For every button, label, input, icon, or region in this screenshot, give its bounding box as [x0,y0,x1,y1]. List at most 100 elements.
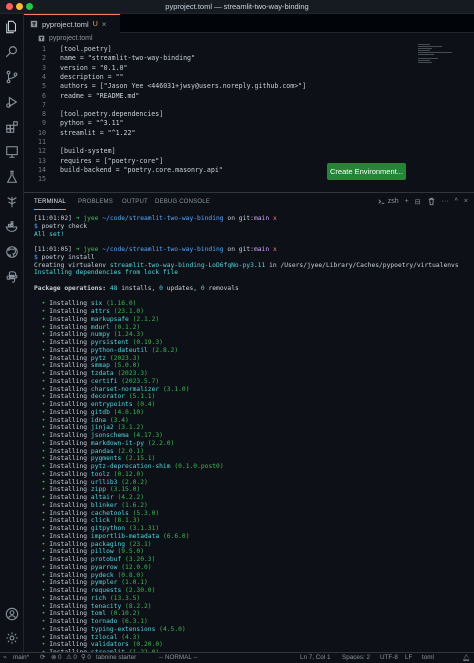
warning-count[interactable]: ⚠ 0 [66,654,77,661]
source-control-icon[interactable] [5,70,19,84]
bullet: • [41,377,46,385]
bullet: • [41,563,46,571]
package-name: rich [90,594,107,602]
package-name: cachetools [90,509,129,517]
extensions-icon[interactable] [5,120,19,134]
prompt-on: on [227,246,235,253]
prompt-arrow: ➜ [75,246,80,253]
package-version: (1.6.2) [121,501,148,509]
tabnine-status[interactable]: tabnine starter [96,654,136,661]
indentation[interactable]: Spaces: 2 [342,654,370,661]
toml-file-icon [38,35,45,42]
venv-path: /Users/jyee/Library/Caches/pypoetry/virt… [280,261,459,269]
explorer-icon[interactable] [5,20,19,34]
bullet: • [41,594,46,602]
cursor-position[interactable]: Ln 7, Col 1 [300,654,330,661]
package-version: (2023.5.7) [121,377,160,385]
installing-label: Installing [49,331,88,339]
sync-icon[interactable]: ⟳ [40,654,45,661]
package-version: (8.1.3) [113,517,141,525]
prompt-git: git: [238,215,254,222]
end-of-line[interactable]: LF [405,654,412,661]
split-terminal-icon[interactable]: ⊟ [415,198,421,206]
installing-label: Installing [49,517,88,525]
error-count[interactable]: ⊗ 0 [51,654,62,661]
minimap[interactable] [418,44,454,66]
prompt-user: jyee [83,246,99,253]
run-debug-icon[interactable] [5,95,19,109]
manage-gear-icon[interactable] [5,631,19,645]
ops-removals: 0 [200,284,205,292]
close-tab-icon[interactable]: × [102,20,107,29]
tab-pyproject-toml[interactable]: pyproject.toml U × [24,14,120,33]
package-name: click [90,517,110,525]
tab-output[interactable]: OUTPUT [122,199,148,205]
testing-icon[interactable] [5,170,19,184]
tree-icon[interactable] [5,195,19,209]
package-name: pygments [90,455,122,463]
installing-label: Installing [49,424,88,432]
package-name: toml [90,610,107,618]
package-name: six [90,300,103,308]
github-icon[interactable] [5,245,19,259]
close-panel-icon[interactable]: × [464,198,468,205]
installing-label: Installing [49,610,88,618]
bullet: • [41,339,46,346]
tab-problems[interactable]: PROBLEMS [78,199,113,205]
installing-label: Installing [49,525,88,532]
ports-count[interactable]: ⚲ 0 [81,654,91,661]
package-version: (3.1.0) [162,385,190,393]
window-title: pyproject.toml — streamlit-two-way-bindi… [165,2,309,11]
create-environment-button[interactable]: Create Environment... [327,163,406,180]
breadcrumb-file[interactable]: pyproject.toml [49,35,93,42]
maximize-panel-icon[interactable]: ^ [455,198,458,205]
kill-terminal-trash-icon[interactable] [427,197,436,206]
notifications-bell-icon[interactable]: 🔔︎ [462,654,470,662]
package-version: (1.0.1) [121,579,148,587]
installing-label: Installing [49,532,88,540]
account-icon[interactable] [5,607,19,621]
more-actions-icon[interactable]: ··· [442,198,449,205]
remote-explorer-icon[interactable] [5,145,19,159]
tab-debug-console[interactable]: DEBUG CONSOLE [155,199,210,205]
package-version: (9.5.0) [117,548,144,556]
package-name: pandas [90,447,114,455]
bullet: • [41,308,46,315]
package-name: attrs [90,308,110,315]
breadcrumb[interactable]: pyproject.toml [24,33,93,44]
terminal-shell-selector[interactable]: zsh [377,197,399,206]
docker-icon[interactable] [5,220,19,234]
search-icon[interactable] [5,45,19,59]
ops-installs: 48 [109,284,118,292]
python-icon[interactable] [5,270,19,284]
package-name: jsonschema [90,432,129,439]
installing-label: Installing [49,641,88,649]
new-terminal-button[interactable]: + [405,198,409,205]
installing-label: Installing [49,416,88,424]
installing-label: Installing [49,455,88,463]
code-editor[interactable]: 1 [tool.poetry] 2 name = "streamlit-two-way… [24,44,474,190]
tab-terminal[interactable]: TERMINAL [34,199,66,210]
package-name: mdurl [90,323,110,331]
git-branch-status[interactable]: main* [13,654,29,661]
bullet: • [41,610,46,618]
installing-label: Installing [49,548,88,556]
package-version: (8.2.2) [125,602,152,610]
package-version: (13.3.5) [109,594,141,602]
language-mode[interactable]: toml [422,654,434,661]
package-version: (12.0.0) [121,563,152,571]
package-version: (0.1.2) [113,323,141,331]
prompt-path: ~/code/streamlit-two-way-binding [102,215,224,222]
prompt-git: git: [238,246,254,253]
remote-indicator-icon[interactable]: ⌁ [3,654,7,661]
lock-message: Installing dependencies from lock file [34,269,179,277]
installing-label: Installing [49,625,88,633]
package-name: typing-extensions [90,625,156,633]
bullet: • [41,486,46,494]
package-name: idna [90,416,107,424]
package-version: (2.8.2) [151,346,179,354]
encoding[interactable]: UTF-8 [380,654,398,661]
package-name: entrypoints [90,401,133,408]
bullet: • [41,548,46,556]
package-name: gitpython [90,525,126,532]
